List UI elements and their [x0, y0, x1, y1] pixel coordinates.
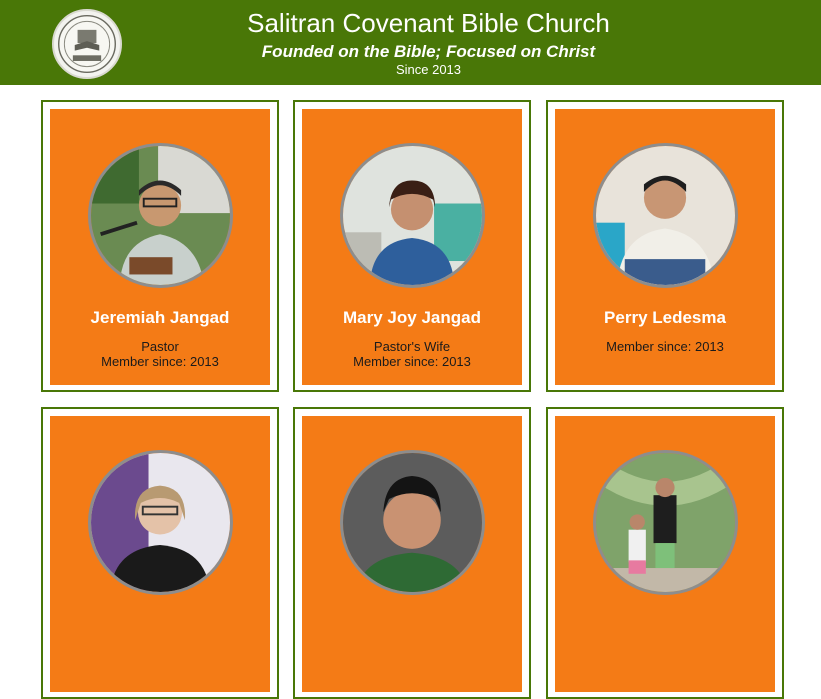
site-header: Salitran Covenant Bible Church Founded o… — [0, 0, 821, 85]
member-since: Member since: 2013 — [606, 339, 724, 354]
card-body: Jeremiah Jangad Pastor Member since: 201… — [50, 109, 270, 385]
member-photo — [593, 143, 738, 288]
member-card[interactable] — [41, 407, 279, 699]
member-photo — [340, 450, 485, 595]
card-body — [555, 416, 775, 692]
member-card[interactable]: Jeremiah Jangad Pastor Member since: 201… — [41, 100, 279, 392]
member-name: Jeremiah Jangad — [90, 308, 230, 327]
site-title: Salitran Covenant Bible Church — [247, 8, 610, 38]
card-body — [50, 416, 270, 692]
member-name: Mary Joy Jangad — [343, 308, 481, 327]
member-photo — [593, 450, 738, 595]
member-role: Pastor — [141, 339, 179, 354]
member-card[interactable]: Mary Joy Jangad Pastor's Wife Member sin… — [293, 100, 531, 392]
site-since: Since 2013 — [395, 62, 462, 77]
member-card[interactable] — [293, 407, 531, 699]
member-photo — [88, 143, 233, 288]
member-since: Member since: 2013 — [353, 354, 471, 369]
card-body: Perry Ledesma Member since: 2013 — [555, 109, 775, 385]
member-photo — [340, 143, 485, 288]
member-card[interactable] — [546, 407, 784, 699]
member-photo — [88, 450, 233, 595]
member-since: Member since: 2013 — [101, 354, 219, 369]
member-card[interactable]: Perry Ledesma Member since: 2013 — [546, 100, 784, 392]
member-name: Perry Ledesma — [604, 308, 726, 327]
card-body: Mary Joy Jangad Pastor's Wife Member sin… — [302, 109, 522, 385]
card-body — [302, 416, 522, 692]
site-tagline: Founded on the Bible; Focused on Christ — [261, 42, 596, 61]
member-role: Pastor's Wife — [373, 339, 451, 354]
